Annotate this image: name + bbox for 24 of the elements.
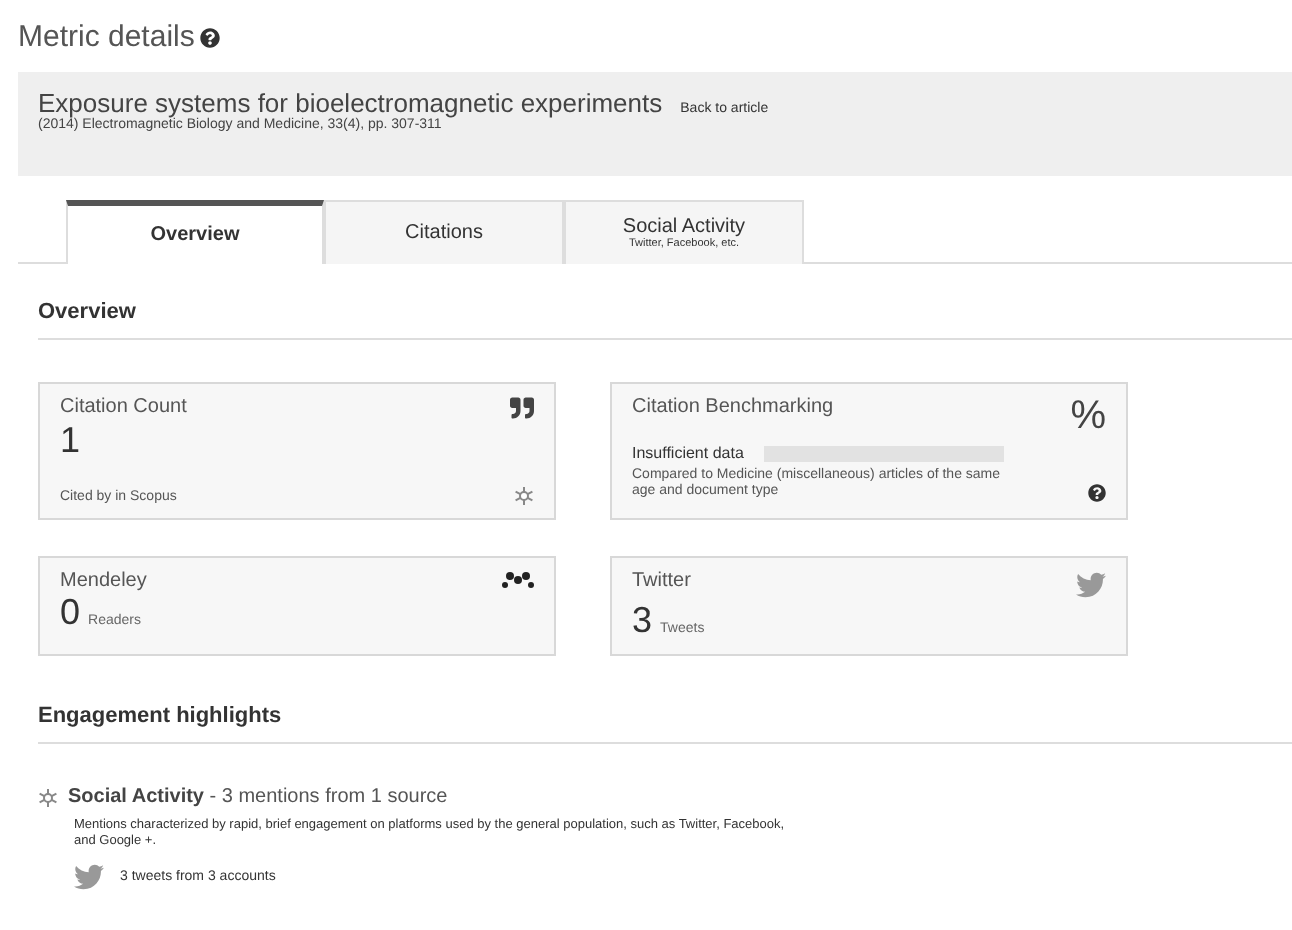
section-heading: Overview [38, 300, 1292, 340]
article-title: Exposure systems for bioelectromagnetic experiments [38, 88, 663, 118]
benchmark-status: Insufficient data [632, 444, 744, 462]
snowflake-icon [514, 486, 534, 506]
page-title: Metric details [18, 20, 195, 54]
tab[interactable]: Overview [66, 200, 324, 264]
card-title: Twitter [632, 570, 691, 592]
card-title: Citation Benchmarking [632, 396, 834, 418]
highlight-title: Social Activity - 3 mentions from 1 source [68, 786, 448, 808]
section-heading: Engagement highlights [38, 704, 1292, 744]
bird-icon [1076, 570, 1106, 600]
percent-icon: % [1070, 396, 1106, 436]
bird-icon [74, 861, 104, 892]
help-icon[interactable] [200, 27, 221, 47]
snowflake-icon [38, 787, 58, 807]
metric-value: 3 [632, 600, 653, 642]
mendeley-icon [502, 570, 534, 588]
quote-icon [510, 396, 534, 420]
tab[interactable]: Citations [324, 200, 564, 264]
metric-value: 0 [60, 592, 81, 634]
card-title: Mendeley [60, 570, 147, 592]
card-title: Citation Count [60, 396, 187, 418]
metric-value: 1 [60, 420, 81, 462]
help-icon[interactable] [1088, 483, 1106, 502]
